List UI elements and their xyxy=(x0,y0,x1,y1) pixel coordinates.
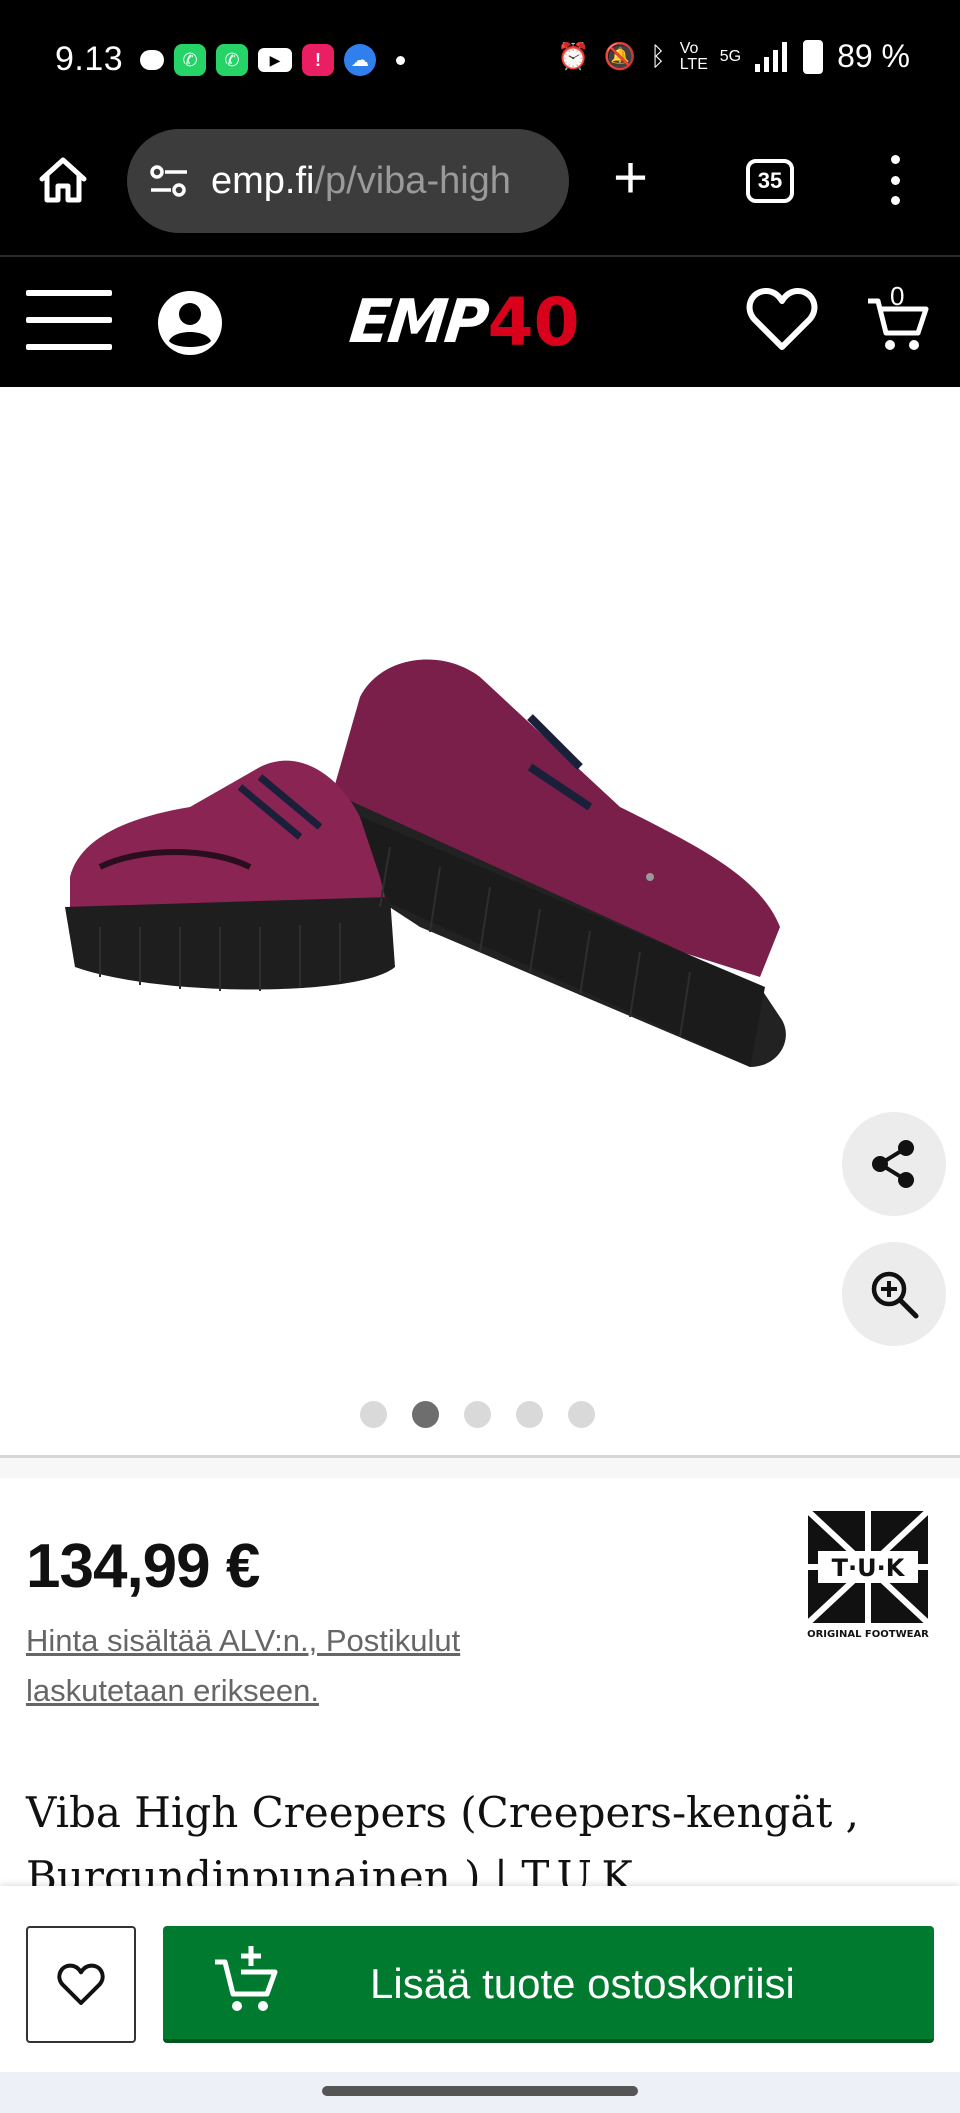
signal-icon xyxy=(755,41,788,72)
home-gesture-handle[interactable] xyxy=(322,2086,638,2096)
volte-icon: Vo LTE xyxy=(679,39,708,73)
whatsapp-business-icon: ✆ xyxy=(216,44,248,76)
cart-count-badge: 0 xyxy=(890,281,905,311)
url-path: /p/viba-high xyxy=(314,159,511,202)
gallery-dot[interactable] xyxy=(464,1401,491,1428)
share-icon xyxy=(872,1140,914,1188)
site-settings-icon[interactable] xyxy=(147,159,191,203)
vat-shipping-link[interactable]: Hinta sisältää ALV:n., Postikulut laskut… xyxy=(26,1616,526,1716)
add-to-cart-button[interactable]: Lisää tuote ostoskoriisi xyxy=(163,1926,934,2043)
share-button[interactable] xyxy=(842,1112,946,1216)
notification-icons: ✆ ✆ ▶ ! ☁ xyxy=(140,44,405,76)
product-info: 134,99 € Hinta sisältää ALV:n., Postikul… xyxy=(0,1481,960,1901)
gallery-dot-active[interactable] xyxy=(412,1401,439,1428)
browser-menu-icon[interactable] xyxy=(888,155,902,205)
weather-icon: ☁ xyxy=(344,44,376,76)
gallery-pagination xyxy=(360,1401,595,1428)
wishlist-heart-icon[interactable] xyxy=(746,287,818,353)
add-to-cart-label: Lisää tuote ostoskoriisi xyxy=(370,1960,795,2007)
gallery-dot[interactable] xyxy=(360,1401,387,1428)
add-to-wishlist-button[interactable] xyxy=(26,1926,136,2043)
url-domain: emp.fi xyxy=(211,159,315,202)
network-type-icon: 5G xyxy=(719,47,742,65)
zoom-button[interactable] xyxy=(842,1242,946,1346)
gallery-dot[interactable] xyxy=(516,1401,543,1428)
battery-icon xyxy=(803,39,824,74)
status-bar: 9.13 ✆ ✆ ▶ ! ☁ ⏰ 🔕 ᛒ Vo LTE 5G 89 % xyxy=(0,0,960,125)
alarm-icon: ⏰ xyxy=(557,41,590,71)
zoom-in-icon xyxy=(871,1271,919,1319)
mute-icon: 🔕 xyxy=(603,41,637,71)
product-image[interactable] xyxy=(60,547,900,1147)
system-status-icons: ⏰ 🔕 ᛒ Vo LTE 5G 89 % xyxy=(557,38,910,75)
heart-outline-icon xyxy=(57,1963,105,2005)
product-gallery[interactable] xyxy=(0,387,960,1478)
url-text[interactable]: emp.fi/p/viba-high xyxy=(211,160,511,203)
gallery-dot[interactable] xyxy=(568,1401,595,1428)
account-icon[interactable] xyxy=(156,289,224,357)
battery-level: 89 % xyxy=(837,38,910,74)
site-header: EMP 40 0 xyxy=(0,257,960,387)
browser-toolbar: emp.fi/p/viba-high + 35 xyxy=(0,125,960,257)
product-price: 134,99 € xyxy=(26,1532,260,1601)
address-bar[interactable]: emp.fi/p/viba-high xyxy=(127,129,569,233)
shield-icon: ! xyxy=(302,44,334,76)
logo-text: EMP xyxy=(346,287,490,357)
logo-anniversary: 40 xyxy=(487,283,580,361)
sticky-action-bar: Lisää tuote ostoskoriisi xyxy=(0,1886,960,2072)
section-spacer xyxy=(0,1458,960,1478)
tab-switcher-button[interactable]: 35 xyxy=(746,159,794,203)
cart-add-icon xyxy=(215,1946,278,2011)
brand-logo-text: T·U·K xyxy=(832,1554,906,1582)
new-tab-icon[interactable]: + xyxy=(613,148,648,208)
message-icon xyxy=(140,50,164,70)
home-icon[interactable] xyxy=(36,153,90,207)
bluetooth-icon: ᛒ xyxy=(650,41,666,71)
whatsapp-icon: ✆ xyxy=(174,44,206,76)
brand-logo-tuk[interactable]: T·U·K ORIGINAL FOOTWEAR xyxy=(806,1509,930,1641)
status-time: 9.13 xyxy=(55,40,124,78)
youtube-icon: ▶ xyxy=(258,48,292,72)
brand-logo-subtext: ORIGINAL FOOTWEAR xyxy=(807,1629,929,1640)
menu-icon[interactable] xyxy=(26,290,112,350)
more-notifications-dot xyxy=(396,55,405,65)
system-navigation-bar xyxy=(0,2072,960,2113)
emp-logo[interactable]: EMP 40 xyxy=(346,277,580,367)
